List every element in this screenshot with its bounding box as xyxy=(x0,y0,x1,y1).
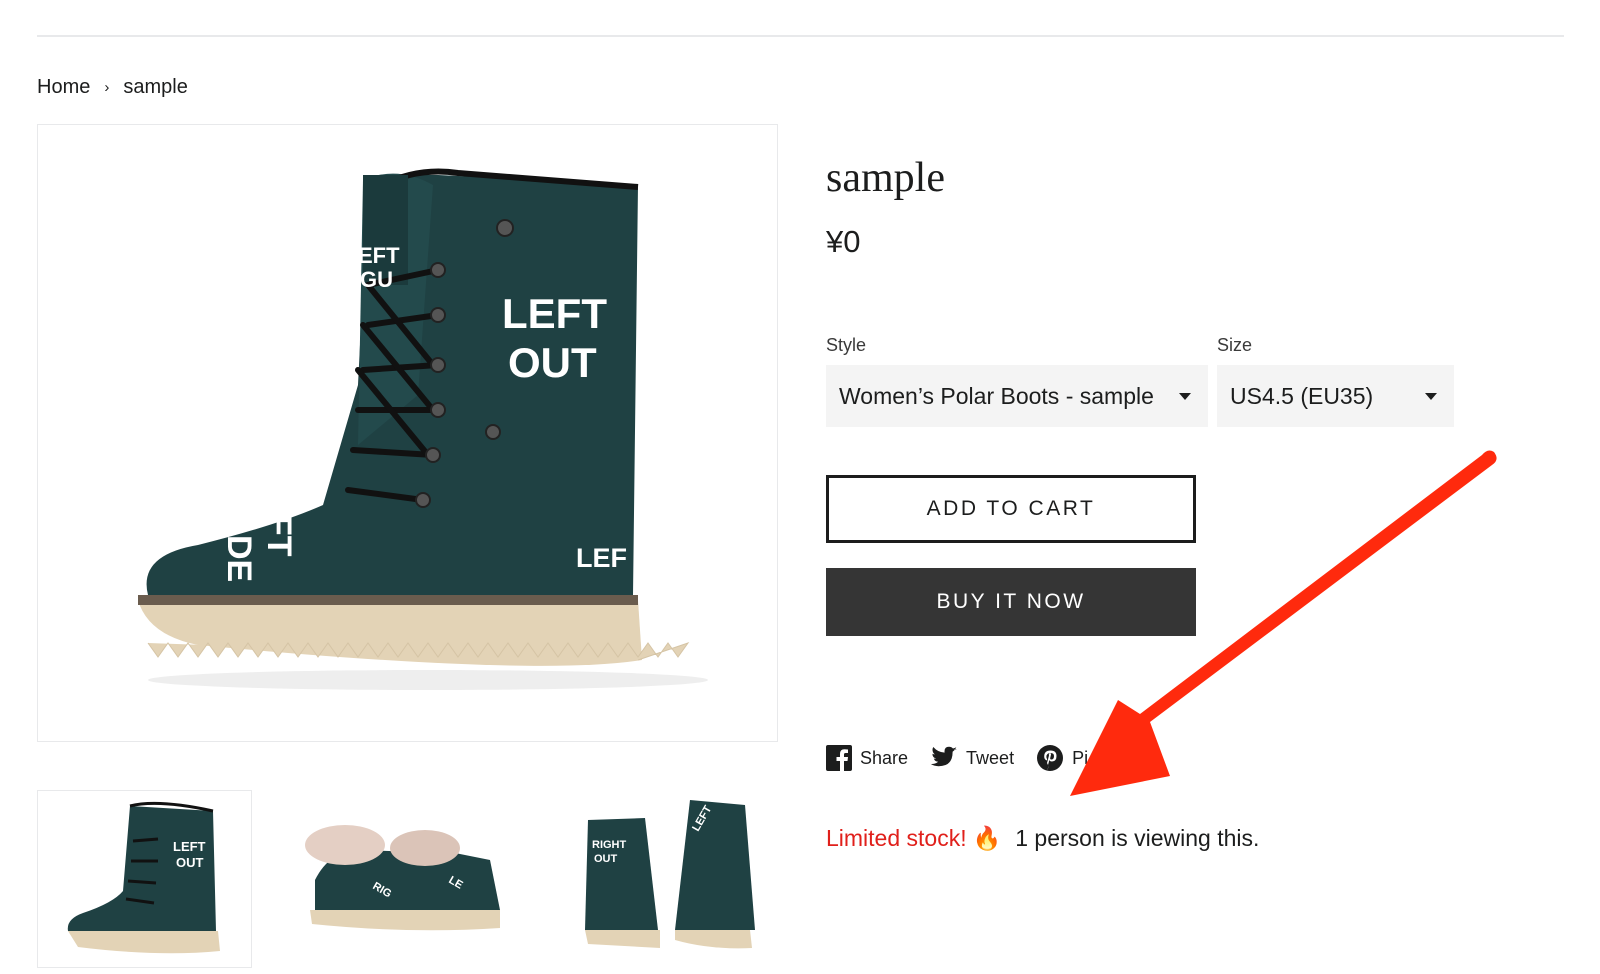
product-title: sample xyxy=(826,155,945,201)
pin-label: Pi xyxy=(1072,747,1089,768)
viewers-count-text: 1 person is viewing this. xyxy=(1015,825,1260,851)
pinterest-icon xyxy=(1037,745,1064,771)
social-share-bar: Share Tweet Pi xyxy=(826,744,1110,772)
svg-text:DE: DE xyxy=(220,535,258,582)
boots-front-back-thumbnail-image: RIGHTOUT LEFT xyxy=(585,800,755,949)
share-label: Share xyxy=(860,747,909,768)
svg-text:EFT: EFT xyxy=(358,243,400,268)
tweet-label: Tweet xyxy=(966,747,1015,768)
svg-text:RIGHT: RIGHT xyxy=(592,839,627,851)
svg-text:GU: GU xyxy=(360,267,393,292)
svg-text:OUT: OUT xyxy=(508,339,597,386)
product-thumbnail-2[interactable]: RIG LE xyxy=(300,790,515,968)
style-label: Style xyxy=(826,335,867,355)
svg-text:LEFT: LEFT xyxy=(173,839,206,854)
style-select[interactable]: Women’s Polar Boots - sample xyxy=(826,365,1208,427)
buy-it-now-button[interactable]: BUY IT NOW xyxy=(826,568,1196,636)
size-select[interactable]: US4.5 (EU35) xyxy=(1217,365,1454,427)
pinterest-share-link[interactable]: Pi xyxy=(1036,744,1088,772)
boots-pair-thumbnail-image: RIG LE xyxy=(305,825,500,931)
limited-stock-text: Limited stock! xyxy=(826,825,967,851)
product-thumbnail-3[interactable]: RIGHT OUT LEFT xyxy=(580,790,775,968)
twitter-icon xyxy=(930,746,958,767)
fire-icon: 🔥 xyxy=(972,825,1002,851)
twitter-share-link[interactable]: Tweet xyxy=(930,746,1014,770)
stock-notice: Limited stock! 🔥 1 person is viewing thi… xyxy=(826,825,1259,852)
product-main-image[interactable]: LEFT OUT LEF EFT GU FT DE xyxy=(37,124,778,742)
svg-text:OUT: OUT xyxy=(594,853,618,865)
facebook-share-link[interactable]: Share xyxy=(826,745,908,771)
svg-text:OUT: OUT xyxy=(176,855,204,870)
chevron-down-icon xyxy=(1179,392,1191,400)
add-to-cart-button[interactable]: ADD TO CART xyxy=(826,475,1196,543)
boot-image: LEFT OUT LEF EFT GU FT DE xyxy=(138,168,708,690)
size-label: Size xyxy=(1217,335,1253,355)
breadcrumb-current: sample xyxy=(123,76,188,98)
chevron-down-icon xyxy=(1425,392,1437,400)
breadcrumb: Home › sample xyxy=(37,76,188,99)
size-select-value: US4.5 (EU35) xyxy=(1230,382,1374,409)
header-divider xyxy=(37,35,1564,37)
style-select-value: Women’s Polar Boots - sample xyxy=(839,382,1154,409)
facebook-icon xyxy=(826,745,852,771)
product-thumbnail-1[interactable]: LEFT OUT xyxy=(37,790,252,968)
svg-text:LEF: LEF xyxy=(576,543,627,573)
product-price: ¥0 xyxy=(826,224,861,259)
svg-text:LEFT: LEFT xyxy=(502,290,607,337)
svg-text:FT: FT xyxy=(260,515,298,557)
boot-thumbnail-image: LEFTOUT xyxy=(67,801,220,954)
breadcrumb-home-link[interactable]: Home xyxy=(37,76,90,99)
breadcrumb-separator: › xyxy=(104,79,110,96)
